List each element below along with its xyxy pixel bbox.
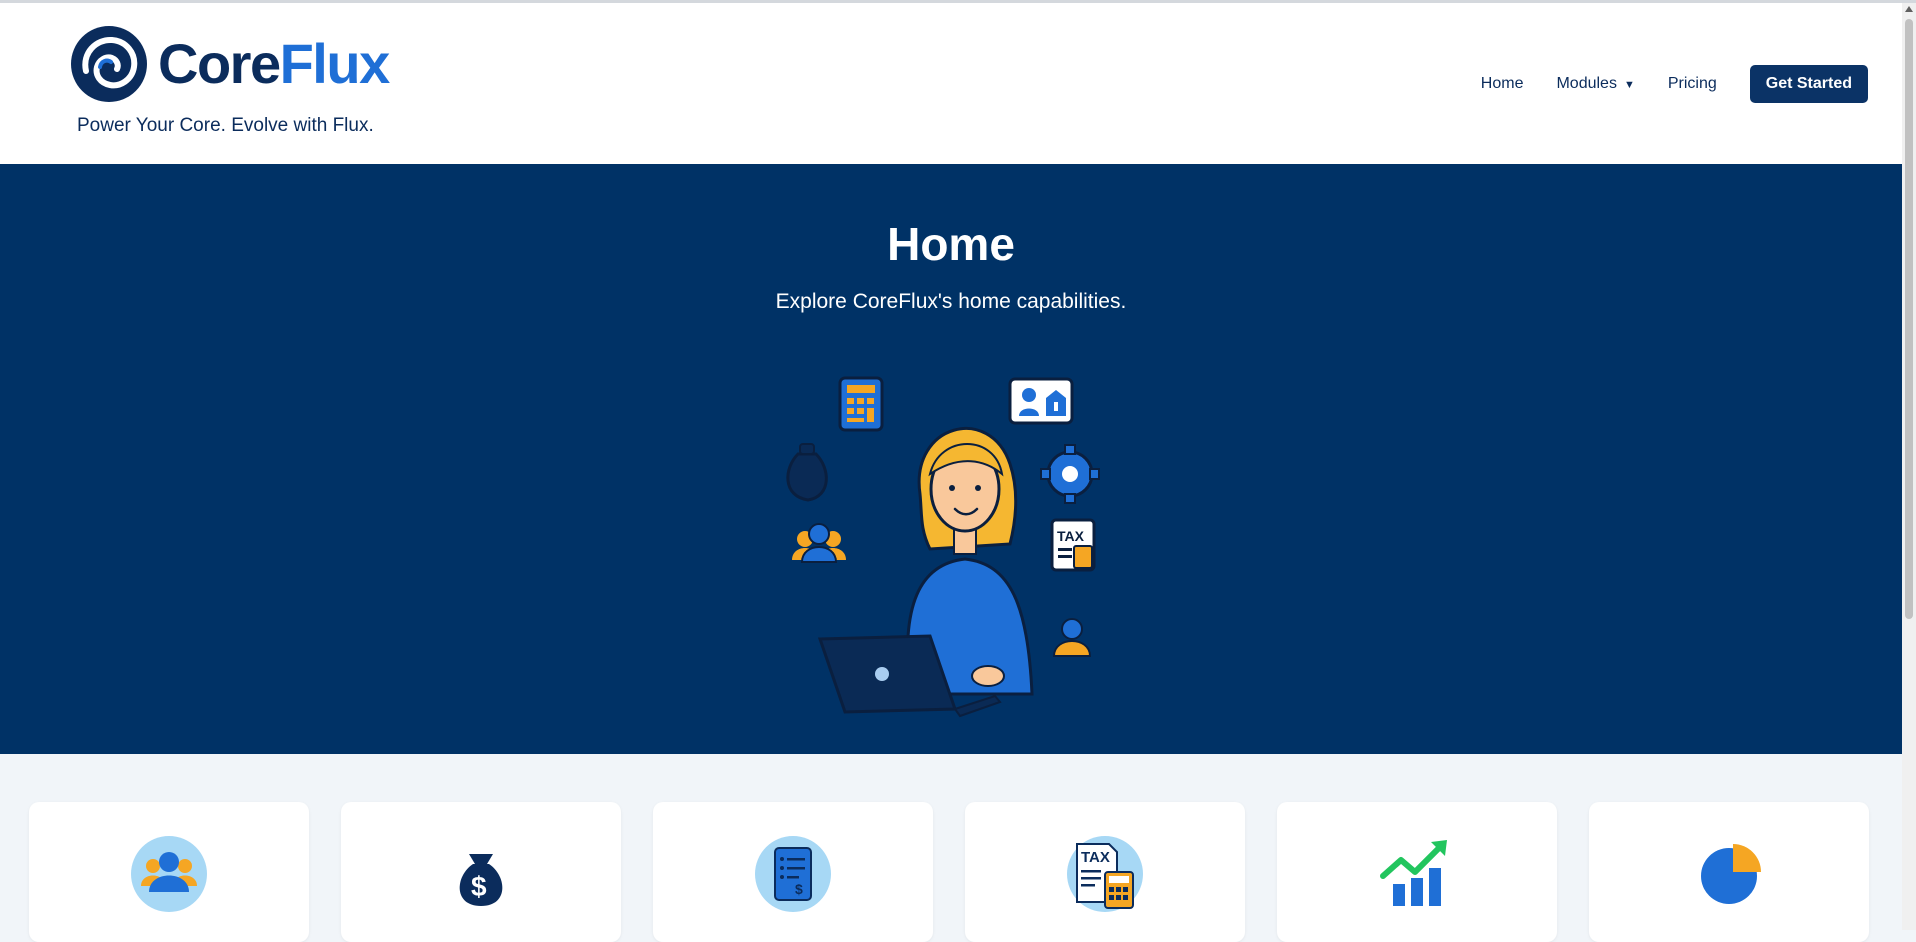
money-bag-icon xyxy=(786,443,828,502)
main-nav: Home Modules ▼ Pricing Get Started xyxy=(1448,65,1868,103)
nav-pricing-link[interactable]: Pricing xyxy=(1668,75,1717,93)
team-icon xyxy=(131,836,207,912)
svg-text:TAX: TAX xyxy=(1081,849,1110,866)
user-badge-icon xyxy=(1052,618,1092,657)
svg-text:$: $ xyxy=(471,871,487,902)
brand-name-flux: Flux xyxy=(279,32,391,95)
nav-modules-dropdown[interactable]: Modules ▼ xyxy=(1556,75,1634,93)
pie-chart-icon xyxy=(1701,844,1761,904)
brand-wordmark: CoreFlux xyxy=(158,36,390,92)
growth-chart-icon xyxy=(1380,840,1447,906)
hero-section: Home Explore CoreFlux's home capabilitie… xyxy=(0,164,1902,754)
site-header: CoreFlux Power Your Core. Evolve with Fl… xyxy=(0,3,1902,164)
nav-modules-label: Modules xyxy=(1556,75,1617,92)
scrollbar-thumb[interactable] xyxy=(1905,19,1913,619)
caret-down-icon: ▼ xyxy=(1623,79,1635,91)
swirl-logo-icon xyxy=(71,26,147,102)
brand-logo[interactable]: CoreFlux xyxy=(70,25,390,103)
team-icon xyxy=(792,523,846,563)
get-started-button[interactable]: Get Started xyxy=(1749,65,1868,103)
money-bag-icon: $ xyxy=(459,854,503,906)
svg-text:$: $ xyxy=(795,881,803,897)
payroll-document-icon: $ xyxy=(755,836,831,912)
tax-document-icon: TAX xyxy=(1050,518,1096,572)
brand-tagline: Power Your Core. Evolve with Flux. xyxy=(77,115,374,136)
id-card-icon xyxy=(1008,377,1074,425)
page-scrollbar[interactable] xyxy=(1902,3,1916,930)
module-card-tax[interactable]: TAX xyxy=(965,802,1245,942)
calculator-icon xyxy=(838,376,884,432)
woman-with-laptop-illustration: TAX xyxy=(786,376,1100,718)
module-card-team[interactable] xyxy=(29,802,309,942)
module-card-payroll[interactable]: $ xyxy=(653,802,933,942)
module-card-analytics[interactable] xyxy=(1589,802,1869,942)
hero-subtitle: Explore CoreFlux's home capabilities. xyxy=(775,290,1127,313)
module-card-growth[interactable] xyxy=(1277,802,1557,942)
tax-calculator-icon: TAX xyxy=(1067,836,1143,912)
brand-name-core: Core xyxy=(158,32,281,95)
svg-text:TAX: TAX xyxy=(1057,528,1085,544)
module-card-money[interactable]: $ xyxy=(341,802,621,942)
hero-title: Home xyxy=(887,218,1015,270)
nav-home-link[interactable]: Home xyxy=(1481,75,1524,93)
gear-icon xyxy=(1040,444,1100,504)
scroll-up-icon[interactable] xyxy=(1905,6,1913,12)
module-cards: $ $ TAX xyxy=(29,802,1871,942)
